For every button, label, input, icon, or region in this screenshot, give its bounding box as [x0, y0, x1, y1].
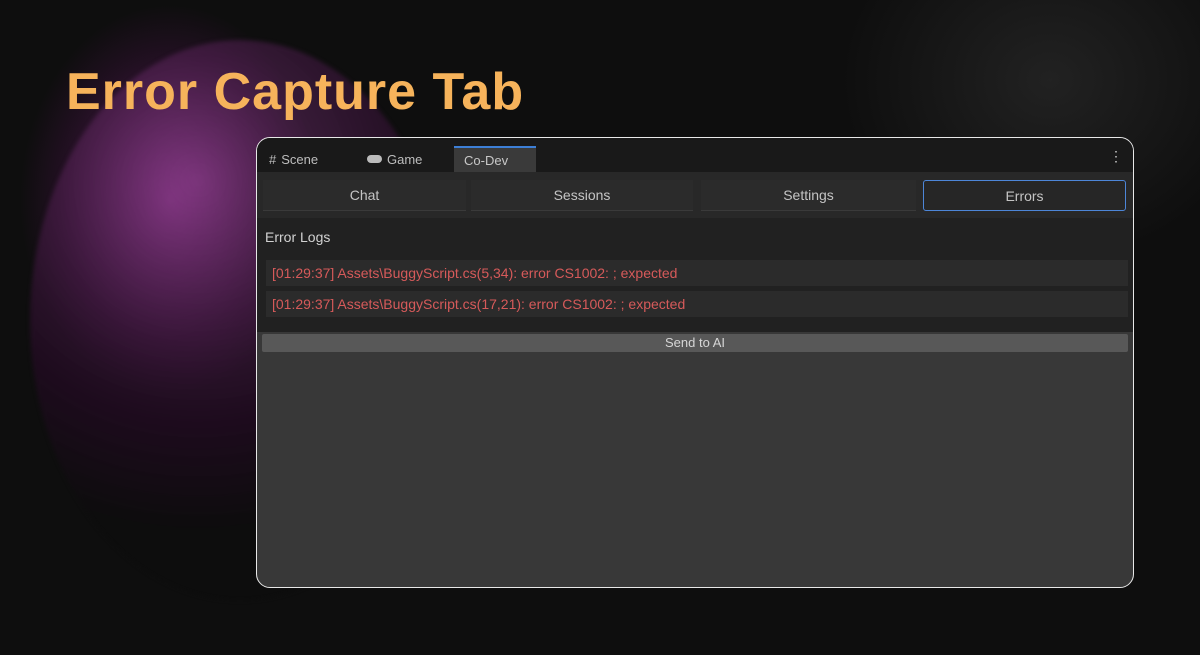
send-to-ai-button[interactable]: Send to AI	[262, 334, 1128, 352]
section-title: Error Logs	[265, 229, 331, 245]
sessions-tab-button[interactable]: Sessions	[471, 180, 693, 211]
tab-scene[interactable]: # Scene	[269, 146, 318, 172]
gamepad-icon	[367, 155, 382, 163]
more-menu-icon[interactable]: ⋮	[1109, 148, 1123, 165]
toolbar: Chat Sessions Settings Errors	[257, 172, 1133, 218]
error-log-item[interactable]: [01:29:37] Assets\BuggyScript.cs(5,34): …	[266, 260, 1128, 286]
editor-window: # Scene Game Co-Dev ⋮ Chat Sessions Setti…	[256, 137, 1134, 588]
error-panel: Error Logs [01:29:37] Assets\BuggyScript…	[257, 218, 1133, 332]
tab-co-dev[interactable]: Co-Dev	[454, 146, 536, 172]
chat-tab-button[interactable]: Chat	[263, 180, 466, 211]
errors-tab-button[interactable]: Errors	[923, 180, 1126, 211]
error-log-item[interactable]: [01:29:37] Assets\BuggyScript.cs(17,21):…	[266, 291, 1128, 317]
tab-game[interactable]: Game	[367, 146, 422, 172]
grid-icon: #	[269, 151, 277, 167]
settings-tab-button[interactable]: Settings	[701, 180, 916, 211]
page-title: Error Capture Tab	[66, 63, 525, 121]
tab-bar: # Scene Game Co-Dev ⋮	[257, 138, 1133, 172]
